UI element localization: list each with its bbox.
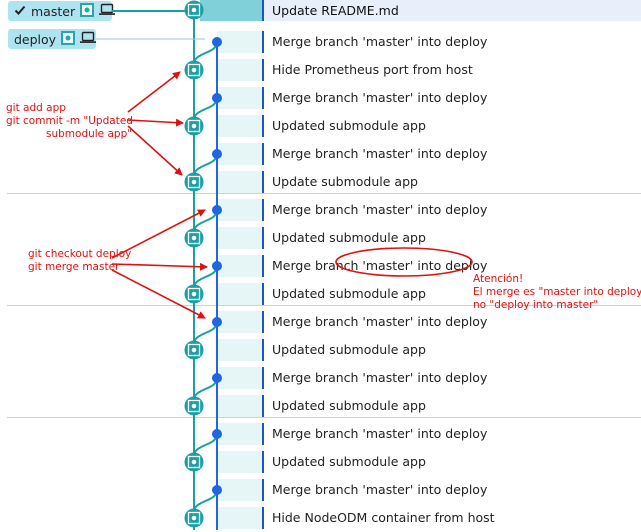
highlight-ellipse <box>335 247 473 277</box>
arrow <box>111 269 206 319</box>
arrow <box>111 262 208 271</box>
arrow <box>127 125 183 176</box>
arrow <box>127 118 184 127</box>
arrow <box>111 209 206 259</box>
arrow <box>127 71 181 113</box>
annotation-arrows <box>111 71 473 319</box>
git-log-view: Update README.md Merge branch 'master' in… <box>0 0 641 530</box>
